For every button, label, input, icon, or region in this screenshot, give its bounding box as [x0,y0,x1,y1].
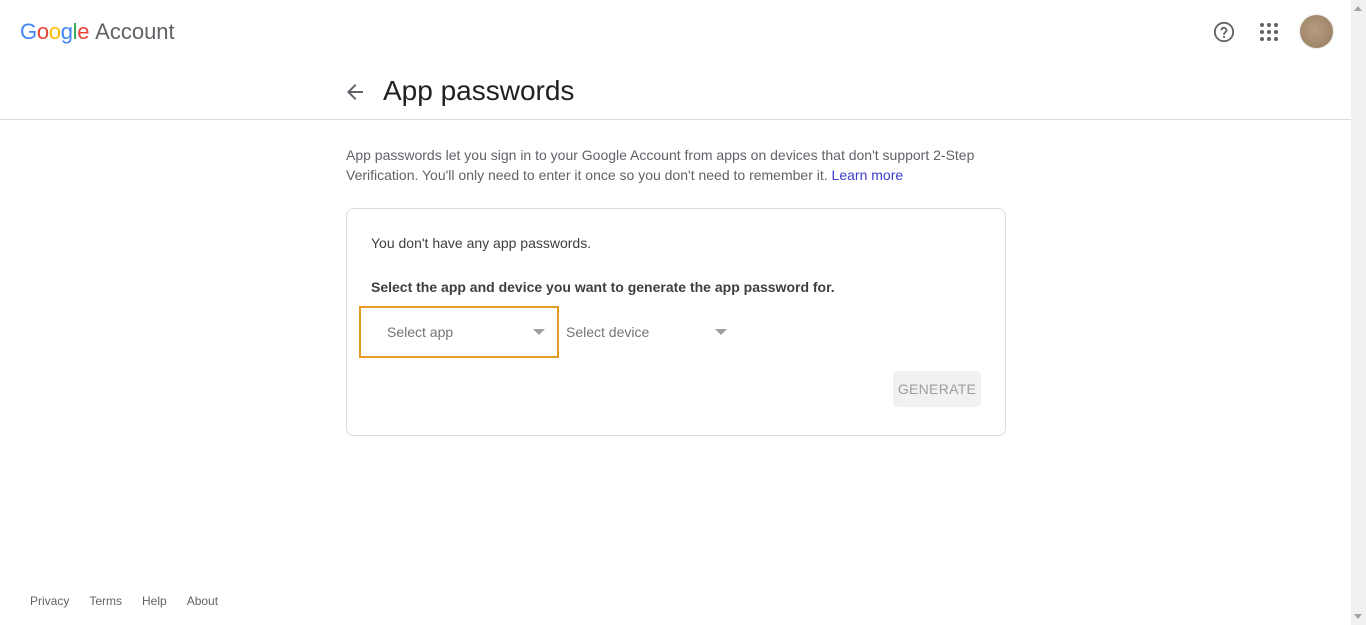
google-wordmark: Google [20,19,89,45]
google-account-logo[interactable]: Google Account [20,19,175,45]
header: Google Account [0,0,1351,64]
footer-link-privacy[interactable]: Privacy [30,594,69,608]
description: App passwords let you sign in to your Go… [346,145,1006,185]
page: Google Account App passwords App passwor… [0,0,1351,625]
logo-letter: g [60,19,73,44]
logo-letter: o [36,19,49,44]
generate-button[interactable]: GENERATE [893,371,981,407]
apps-grid-icon[interactable] [1259,22,1279,42]
logo-letter: e [77,19,90,44]
select-device-dropdown[interactable]: Select device [566,306,736,358]
instruction-text: Select the app and device you want to ge… [371,279,835,295]
footer: Privacy Terms Help About [30,594,238,608]
dropdown-arrow-icon [533,329,545,335]
empty-state-text: You don't have any app passwords. [371,235,592,251]
dropdown-arrow-icon [715,329,727,335]
title-bar: App passwords [0,64,1351,120]
footer-link-help[interactable]: Help [142,594,167,608]
avatar[interactable] [1300,15,1333,48]
logo-account-text: Account [95,19,175,44]
footer-link-terms[interactable]: Terms [89,594,122,608]
footer-link-about[interactable]: About [187,594,218,608]
help-icon[interactable] [1213,21,1235,43]
select-app-label: Select app [387,324,454,340]
app-passwords-card: You don't have any app passwords. Select… [346,208,1006,436]
scroll-down-arrow-icon[interactable] [1354,614,1362,619]
page-title: App passwords [383,75,575,106]
vertical-scrollbar[interactable] [1351,0,1366,625]
learn-more-link[interactable]: Learn more [832,167,904,183]
logo-letter: G [20,19,37,44]
select-device-label: Select device [566,324,650,340]
scroll-up-arrow-icon[interactable] [1354,6,1362,11]
arrow-back-icon[interactable] [343,80,367,104]
select-app-dropdown[interactable]: Select app [359,306,559,358]
logo-letter: o [48,19,61,44]
